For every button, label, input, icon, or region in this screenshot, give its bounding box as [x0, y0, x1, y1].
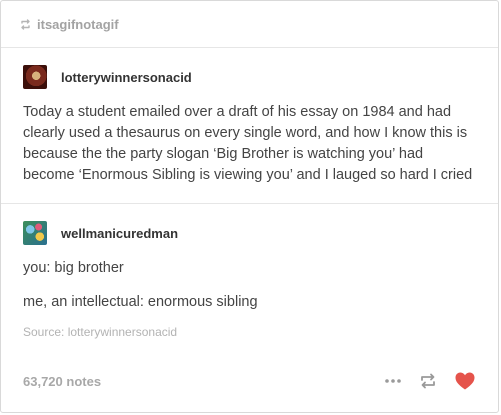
divider [1, 203, 498, 204]
reply-post: wellmanicuredman you: big brother me, an… [1, 221, 498, 339]
reply-line: me, an intellectual: enormous sibling [23, 294, 258, 310]
reply-line: you: big brother [23, 260, 124, 276]
post-username[interactable]: wellmanicuredman [61, 226, 178, 241]
reblog-icon[interactable] [418, 372, 438, 390]
post-actions [384, 371, 476, 391]
heart-icon[interactable] [454, 371, 476, 391]
source-link[interactable]: Source: lotterywinnersonacid [23, 325, 476, 339]
post-username[interactable]: lotterywinnersonacid [61, 70, 192, 85]
reblog-small-icon [19, 18, 32, 31]
avatar[interactable] [23, 65, 47, 89]
post-header: lotterywinnersonacid [23, 65, 476, 89]
post-card: itsagifnotagif lotterywinnersonacid Toda… [0, 0, 499, 413]
avatar[interactable] [23, 221, 47, 245]
original-post: lotterywinnersonacid Today a student ema… [1, 65, 498, 186]
reblog-header: itsagifnotagif [1, 1, 498, 48]
ellipsis-icon[interactable] [384, 378, 402, 384]
post-footer: 63,720 notes [23, 370, 476, 392]
notes-count[interactable]: 63,720 notes [23, 374, 101, 389]
post-body: Today a student emailed over a draft of … [23, 104, 473, 183]
post-header: wellmanicuredman [23, 221, 476, 245]
reblog-username[interactable]: itsagifnotagif [37, 17, 119, 32]
